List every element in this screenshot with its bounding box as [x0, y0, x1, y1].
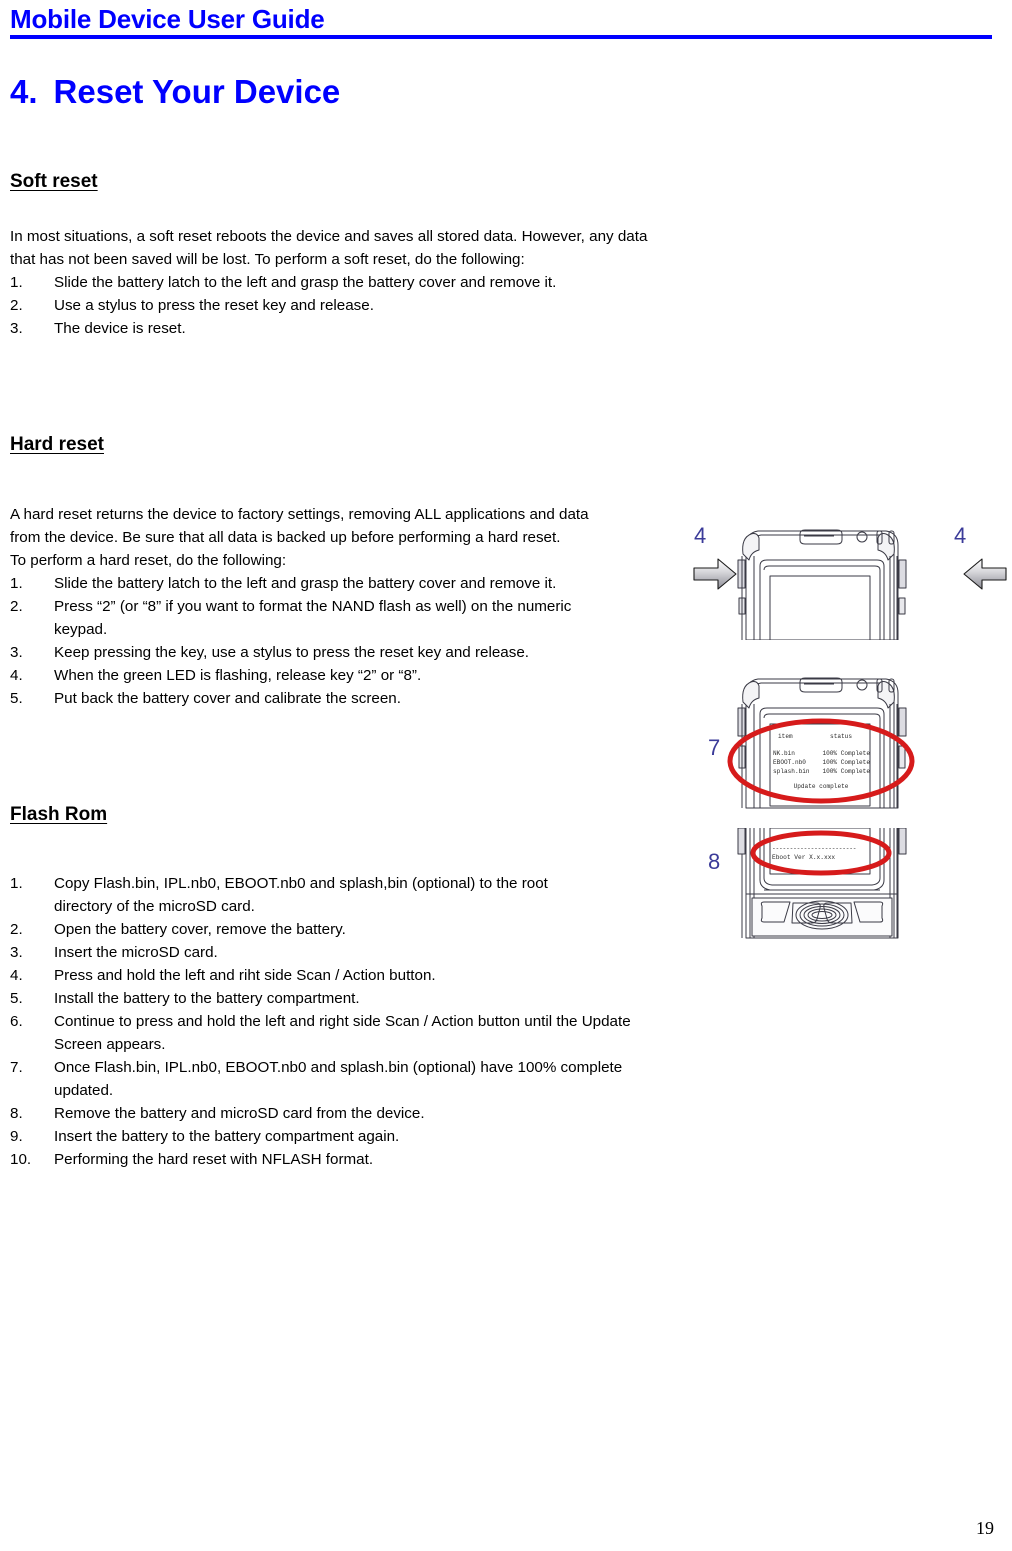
list-item: 1. Copy Flash.bin, IPL.nb0, EBOOT.nb0 an…: [10, 872, 700, 918]
list-marker: 2.: [10, 921, 23, 938]
list-marker: 8.: [10, 1105, 23, 1122]
list-item: 6. Continue to press and hold the left a…: [10, 1010, 700, 1056]
arrow-left-icon: [963, 558, 1007, 590]
list-text: Open the battery cover, remove the batte…: [54, 921, 346, 938]
red-highlight-ellipse: [727, 718, 915, 804]
list-item: 3. Keep pressing the key, use a stylus t…: [10, 641, 700, 664]
header-rule: [10, 35, 992, 39]
list-text: Press and hold the left and riht side Sc…: [54, 967, 436, 984]
page-number: 19: [976, 1518, 994, 1538]
paragraph-line: A hard reset returns the device to facto…: [10, 506, 589, 523]
paragraph-line: that has not been saved will be lost. To…: [10, 251, 525, 268]
list-text-cont: updated.: [54, 1082, 114, 1099]
list-text-cont: keypad.: [54, 621, 108, 638]
list-item: 9. Insert the battery to the battery com…: [10, 1125, 700, 1148]
list-text: The device is reset.: [54, 320, 186, 337]
list-text-cont: directory of the microSD card.: [54, 898, 255, 915]
figure-device-update-screen: 7 item status NK.bin 100% Complete EBOOT…: [690, 668, 1010, 810]
section-heading-flash-rom: Flash Rom: [10, 804, 108, 825]
list-text: Press “2” (or “8” if you want to format …: [54, 598, 572, 615]
hard-reset-step-list: 1. Slide the battery latch to the left a…: [10, 572, 700, 710]
list-text: Keep pressing the key, use a stylus to p…: [54, 644, 530, 661]
section-flash-rom: Flash Rom: [10, 803, 700, 827]
list-marker: 7.: [10, 1059, 23, 1076]
list-text: Insert the battery to the battery compar…: [54, 1128, 400, 1145]
list-item: 3. Insert the microSD card.: [10, 941, 700, 964]
header-title: Mobile Device User Guide: [10, 4, 325, 34]
page-title: 4. Reset Your Device: [10, 72, 340, 112]
list-text: Continue to press and hold the left and …: [54, 1013, 631, 1030]
section-soft-reset: Soft reset: [10, 170, 700, 194]
red-highlight-ellipse: [750, 830, 892, 876]
list-marker: 1.: [10, 274, 23, 291]
arrow-right-icon: [693, 558, 737, 590]
paragraph-line: from the device. Be sure that all data i…: [10, 529, 561, 546]
list-text-cont: Screen appears.: [54, 1036, 166, 1053]
list-marker: 3.: [10, 944, 23, 961]
section-hard-reset: Hard reset: [10, 433, 700, 457]
soft-reset-step-list: 1. Slide the battery latch to the left a…: [10, 271, 700, 340]
flash-rom-step-list: 1. Copy Flash.bin, IPL.nb0, EBOOT.nb0 an…: [10, 872, 700, 1171]
section-heading-hard-reset: Hard reset: [10, 434, 104, 455]
chapter-title-text: Reset Your Device: [53, 73, 341, 110]
list-item: 5. Put back the battery cover and calibr…: [10, 687, 700, 710]
list-item: 10. Performing the hard reset with NFLAS…: [10, 1148, 700, 1171]
list-item: 4. Press and hold the left and riht side…: [10, 964, 700, 987]
list-marker: 5.: [10, 690, 23, 707]
list-marker: 5.: [10, 990, 23, 1007]
list-item: 4. When the green LED is flashing, relea…: [10, 664, 700, 687]
list-text: Slide the battery latch to the left and …: [54, 274, 557, 291]
list-text: Slide the battery latch to the left and …: [54, 575, 557, 592]
list-text: Install the battery to the battery compa…: [54, 990, 360, 1007]
list-item: 1. Slide the battery latch to the left a…: [10, 572, 700, 595]
paragraph-line: In most situations, a soft reset reboots…: [10, 228, 648, 245]
list-text: Remove the battery and microSD card from…: [54, 1105, 425, 1122]
list-text: Copy Flash.bin, IPL.nb0, EBOOT.nb0 and s…: [54, 875, 548, 892]
figure-callout-4-right: 4: [954, 523, 967, 548]
figure-device-top-arrows: 4 4: [690, 520, 1010, 640]
list-item: 1. Slide the battery latch to the left a…: [10, 271, 700, 294]
list-marker: 2.: [10, 297, 23, 314]
list-text: Insert the microSD card.: [54, 944, 218, 961]
list-marker: 3.: [10, 644, 23, 661]
list-text: When the green LED is flashing, release …: [54, 667, 422, 684]
list-item: 3. The device is reset.: [10, 317, 700, 340]
list-item: 8. Remove the battery and microSD card f…: [10, 1102, 700, 1125]
section-hard-reset-body: A hard reset returns the device to facto…: [10, 503, 700, 710]
list-marker: 1.: [10, 875, 23, 892]
list-item: 2. Open the battery cover, remove the ba…: [10, 918, 700, 941]
chapter-number: 4.: [10, 73, 38, 110]
list-marker: 10.: [10, 1151, 32, 1168]
figure-callout-4-left: 4: [694, 523, 707, 548]
list-marker: 1.: [10, 575, 23, 592]
paragraph-line: To perform a hard reset, do the followin…: [10, 552, 287, 569]
list-marker: 9.: [10, 1128, 23, 1145]
list-text: Put back the battery cover and calibrate…: [54, 690, 401, 707]
document-header: Mobile Device User Guide: [10, 4, 992, 39]
list-item: 2. Use a stylus to press the reset key a…: [10, 294, 700, 317]
list-text: Once Flash.bin, IPL.nb0, EBOOT.nb0 and s…: [54, 1059, 623, 1076]
section-flash-rom-body: 1. Copy Flash.bin, IPL.nb0, EBOOT.nb0 an…: [10, 872, 700, 1171]
list-marker: 4.: [10, 667, 23, 684]
list-marker: 6.: [10, 1013, 23, 1030]
figure-device-eboot-version: 8 ------------------------ Eboot Ver X.x…: [690, 828, 1010, 940]
section-heading-soft-reset: Soft reset: [10, 171, 98, 192]
list-marker: 4.: [10, 967, 23, 984]
list-marker: 2.: [10, 598, 23, 615]
list-text: Performing the hard reset with NFLASH fo…: [54, 1151, 374, 1168]
list-marker: 3.: [10, 320, 23, 337]
section-soft-reset-body: In most situations, a soft reset reboots…: [10, 225, 700, 340]
list-item: 2. Press “2” (or “8” if you want to form…: [10, 595, 700, 641]
list-text: Use a stylus to press the reset key and …: [54, 297, 374, 314]
list-item: 5. Install the battery to the battery co…: [10, 987, 700, 1010]
list-item: 7. Once Flash.bin, IPL.nb0, EBOOT.nb0 an…: [10, 1056, 700, 1102]
